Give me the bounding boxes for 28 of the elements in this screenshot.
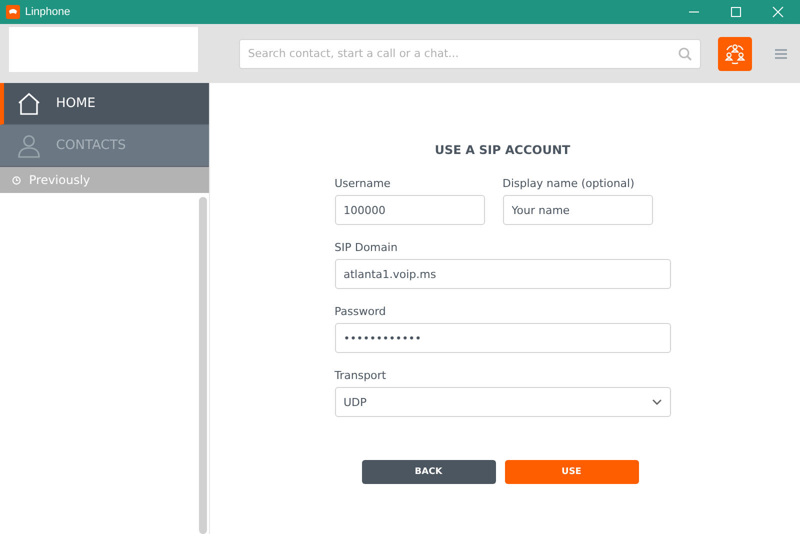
search-field[interactable]: Search contact, start a call or a chat... <box>239 38 701 68</box>
field-label: Display name (optional) <box>502 177 636 190</box>
maximize-icon[interactable] <box>730 6 742 18</box>
close-icon[interactable] <box>772 6 784 18</box>
sidebar-item[interactable]: HOME <box>0 83 209 125</box>
form-title: USE A SIP ACCOUNT <box>434 143 572 157</box>
group-icon <box>723 42 747 66</box>
password-field[interactable]: •••••••••••• <box>334 323 670 353</box>
conference-button[interactable] <box>718 36 752 70</box>
back-button[interactable]: BACK <box>362 460 496 484</box>
input-field[interactable]: Your name <box>502 195 652 225</box>
house-icon <box>16 90 42 116</box>
clock-icon <box>12 176 21 184</box>
scrollbar[interactable] <box>199 197 207 534</box>
person-icon <box>16 132 42 158</box>
input-field[interactable]: atlanta1.voip.ms <box>334 259 670 289</box>
dropdown[interactable]: UDP <box>334 387 670 417</box>
input-field[interactable]: 100000 <box>334 195 484 225</box>
chevron-icon <box>652 399 662 405</box>
window-title: Linphone <box>25 6 70 18</box>
app-logo-icon <box>6 5 20 19</box>
menu-icon[interactable] <box>774 46 788 60</box>
field-label: SIP Domain <box>334 241 399 254</box>
field-label: Transport <box>334 369 388 382</box>
search-icon[interactable] <box>678 46 692 60</box>
section-title: Previously <box>29 173 90 187</box>
field-label: Username <box>334 177 392 190</box>
field-label: Password <box>334 305 387 318</box>
